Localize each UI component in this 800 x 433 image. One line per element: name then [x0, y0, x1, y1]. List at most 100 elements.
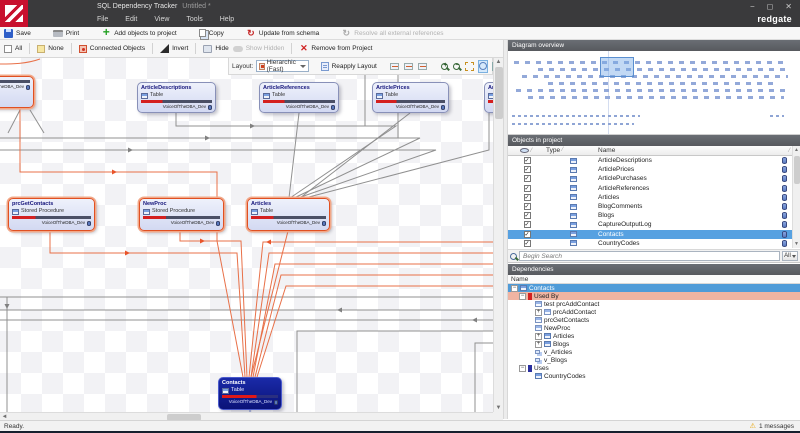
close-button[interactable]: ✕	[785, 2, 792, 11]
object-row[interactable]: ✓ArticlePrices	[508, 165, 792, 174]
checkbox-checked-icon[interactable]: ✓	[524, 221, 531, 228]
collapse-minus-icon[interactable]: −	[511, 285, 518, 292]
expand-plus-icon[interactable]: +	[535, 309, 542, 316]
objects-scroll-thumb[interactable]	[794, 156, 800, 184]
zoom-in-button[interactable]: +	[440, 60, 449, 73]
minimize-button[interactable]: −	[750, 2, 755, 11]
objects-scrollbar[interactable]: ▲ ▼	[792, 146, 800, 248]
tree-row-countrycodes[interactable]: CountryCodes	[508, 372, 800, 380]
checkbox-checked-icon[interactable]: ✓	[524, 194, 531, 201]
checkbox-checked-icon[interactable]: ✓	[524, 240, 531, 247]
edge-style-button[interactable]	[389, 60, 400, 73]
node-type: Table	[141, 92, 212, 99]
checkbox-checked-icon[interactable]: ✓	[524, 175, 531, 182]
diagram-node-NewProc[interactable]: NewProcStored ProcedureVoiceOfTheDBA_Dev	[139, 198, 224, 231]
diagram-node-prcGetContacts[interactable]: prcGetContactsStored ProcedureVoiceOfThe…	[8, 198, 95, 231]
menu-help[interactable]: Help	[218, 14, 236, 25]
checkbox-checked-icon[interactable]: ✓	[524, 157, 531, 164]
all-button[interactable]: All	[4, 45, 22, 53]
object-row[interactable]: ✓Articles	[508, 193, 792, 202]
connected-button[interactable]: Connected Objects	[79, 45, 145, 53]
diagram-node-ArticleDescriptions[interactable]: ArticleDescriptionsTableVoiceOfTheDBA_De…	[137, 82, 216, 113]
diagram-node-ArticlePrices[interactable]: ArticlePricesTableVoiceOfTheDBA_Dev	[372, 82, 449, 113]
checkbox-checked-icon[interactable]: ✓	[524, 185, 531, 192]
scroll-down-icon[interactable]: ▼	[792, 240, 800, 248]
copy-button[interactable]: Copy	[199, 29, 224, 37]
checkbox-checked-icon[interactable]: ✓	[524, 231, 531, 238]
tree-row-test-prcaddcontact[interactable]: test prcAddContact	[508, 300, 800, 308]
reapply-layout-button[interactable]: Reapply Layout	[321, 62, 377, 71]
tree-row-newproc[interactable]: NewProc	[508, 324, 800, 332]
diagram-node-ArticlePurchases[interactable]: ArticlePurchasesTableVoiceOfTheDBA_Dev	[484, 82, 493, 113]
table-icon	[263, 93, 270, 99]
checkbox-checked-icon[interactable]: ✓	[524, 212, 531, 219]
expand-plus-icon[interactable]: +	[535, 333, 542, 340]
diagram-vertical-scrollbar[interactable]: ▲ ▼	[493, 58, 503, 412]
status-messages[interactable]: ⚠1 messages	[750, 422, 794, 430]
expand-plus-icon[interactable]: +	[535, 341, 542, 348]
menu-file[interactable]: File	[95, 14, 110, 25]
tree-row-contacts[interactable]: −Contacts	[508, 284, 800, 292]
table-icon	[570, 213, 577, 219]
diagram-node[interactable]: VoiceOfTheDBA_Dev	[0, 76, 34, 108]
layout-select[interactable]: Hierarchic (Fast)	[256, 60, 308, 72]
none-button[interactable]: None	[37, 45, 64, 53]
checkbox-checked-icon[interactable]: ✓	[524, 203, 531, 210]
tree-row-blogs[interactable]: +Blogs	[508, 340, 800, 348]
tree-row-used-by[interactable]: −Used By	[508, 292, 800, 300]
object-row[interactable]: ✓Blogs	[508, 211, 792, 220]
hide-button[interactable]: Hide	[203, 45, 228, 53]
add-button[interactable]: +Add objects to project	[101, 28, 177, 38]
node-name: Contacts	[222, 380, 278, 387]
search-input[interactable]	[519, 251, 780, 261]
menu-tools[interactable]: Tools	[184, 14, 204, 25]
node-style-button[interactable]	[417, 60, 428, 73]
diagram-canvas[interactable]: VoiceOfTheDBA_Dev ArticleDescriptionsTabl…	[0, 58, 493, 412]
visibility-eye-icon[interactable]	[520, 148, 529, 153]
tree-row-v_blogs[interactable]: v_Blogs	[508, 356, 800, 364]
menu-edit[interactable]: Edit	[123, 14, 139, 25]
database-icon	[782, 221, 787, 228]
diagram-node-Contacts[interactable]: ContactsTableVoiceOfTheDBA_Dev	[218, 377, 282, 410]
diagram-node-ArticleReferences[interactable]: ArticleReferencesTableVoiceOfTheDBA_Dev	[259, 82, 339, 113]
collapse-minus-icon[interactable]: −	[519, 293, 526, 300]
zoom-to-fit-button[interactable]	[464, 60, 475, 73]
search-filter-button[interactable]: All	[782, 251, 798, 261]
checkbox-checked-icon[interactable]: ✓	[524, 166, 531, 173]
collapse-minus-icon[interactable]: −	[519, 365, 526, 372]
object-row[interactable]: ✓ArticleReferences	[508, 184, 792, 193]
object-row[interactable]: ✓Contacts	[508, 230, 792, 239]
name-column-header[interactable]: Name	[598, 147, 615, 154]
tree-row-prcaddcontact[interactable]: +prcAddContact	[508, 308, 800, 316]
tree-row-v_articles[interactable]: v_Articles	[508, 348, 800, 356]
save-button[interactable]: Save	[4, 29, 31, 38]
tree-row-uses[interactable]: −Uses	[508, 364, 800, 372]
link-style-button[interactable]	[403, 60, 414, 73]
minimap-viewport[interactable]	[600, 57, 634, 77]
type-column-header[interactable]: Type	[546, 147, 560, 154]
tree-row-prcgetcontacts[interactable]: prcGetContacts	[508, 316, 800, 324]
zoom-out-button[interactable]: −	[452, 60, 461, 73]
object-row[interactable]: ✓CaptureOutputLog	[508, 220, 792, 229]
object-row[interactable]: ✓ArticleDescriptions	[508, 156, 792, 165]
object-row[interactable]: ✓ArticlePurchases	[508, 174, 792, 183]
print-button[interactable]: Print	[53, 30, 79, 37]
pan-mode-button[interactable]	[478, 60, 488, 73]
object-row[interactable]: ✓CountryCodes	[508, 239, 792, 248]
resolve-button: ↻Resolve all external references	[341, 28, 443, 38]
diagram-node-Articles[interactable]: ArticlesTableVoiceOfTheDBA_Dev	[247, 198, 330, 231]
save-icon	[4, 29, 13, 38]
maximize-button[interactable]: ◻	[767, 2, 774, 11]
vertical-scroll-thumb[interactable]	[495, 67, 503, 119]
scroll-up-icon[interactable]: ▲	[792, 146, 800, 154]
remove-button[interactable]: ✕Remove from Project	[299, 44, 372, 53]
update-button[interactable]: ↻Update from schema	[246, 28, 319, 38]
invert-button[interactable]: Invert	[160, 44, 188, 53]
scroll-down-icon[interactable]: ▼	[494, 404, 503, 412]
object-row[interactable]: ✓BlogComments	[508, 202, 792, 211]
scroll-up-icon[interactable]: ▲	[494, 58, 503, 66]
tree-row-articles[interactable]: +Articles	[508, 332, 800, 340]
menu-view[interactable]: View	[152, 14, 171, 25]
search-icon[interactable]	[510, 253, 517, 260]
diagram-overview-minimap[interactable]	[508, 51, 800, 135]
